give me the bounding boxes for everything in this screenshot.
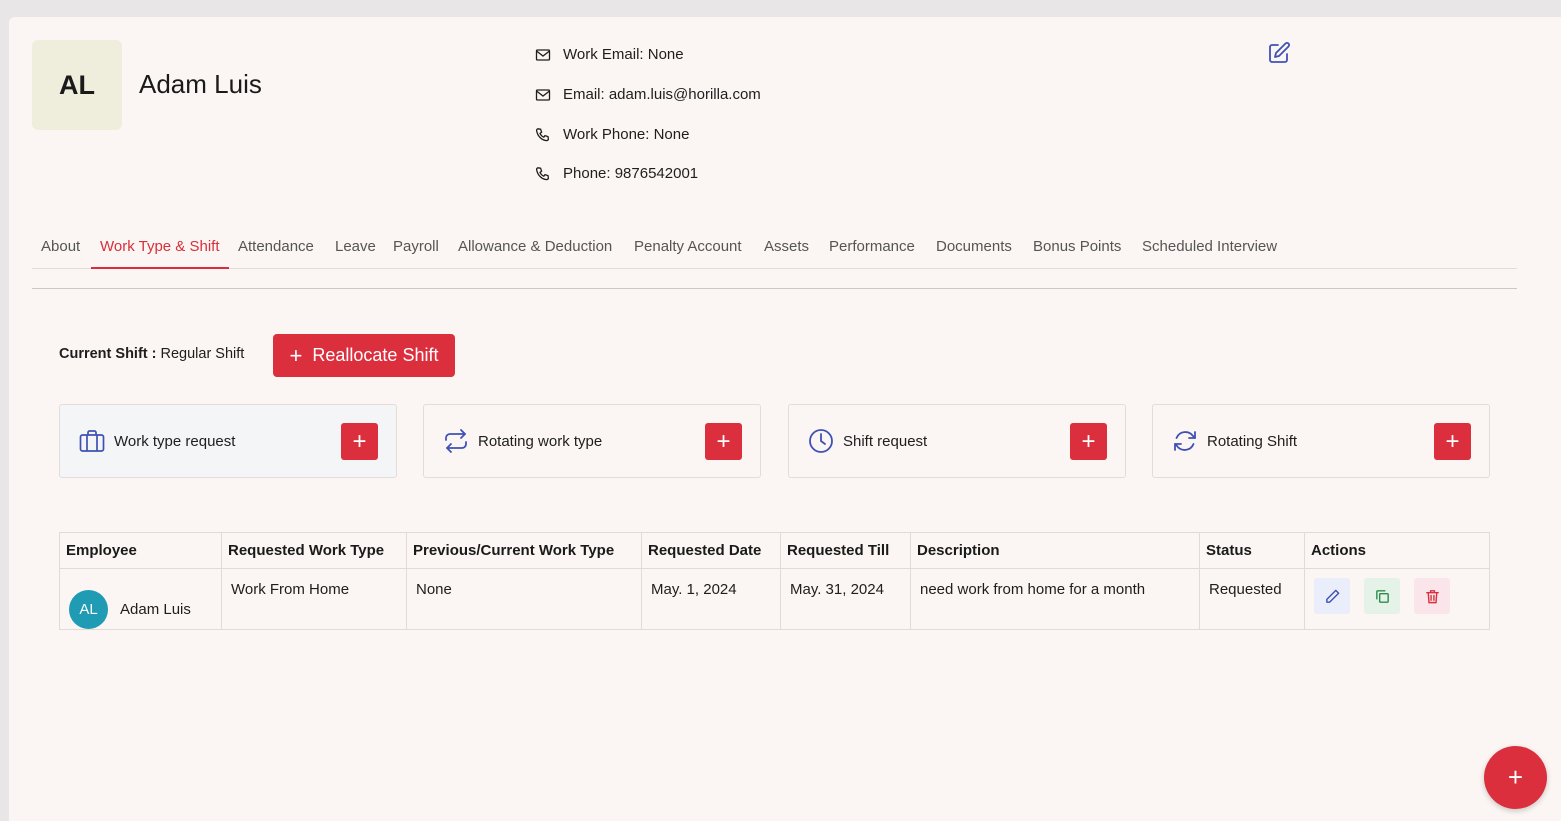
repeat-icon xyxy=(445,429,467,453)
floating-add-button[interactable]: + xyxy=(1484,746,1547,809)
shift-request-card: Shift request + xyxy=(788,404,1126,478)
description-cell: need work from home for a month xyxy=(910,568,1200,630)
tab-allowance-deduction[interactable]: Allowance & Deduction xyxy=(458,235,612,269)
previous-work-type-cell: None xyxy=(406,568,642,630)
profile-avatar: AL xyxy=(32,40,122,130)
employee-name-cell: Adam Luis xyxy=(120,601,191,618)
email-row: Email: adam.luis@horilla.com xyxy=(535,86,761,103)
phone-row: Phone: 9876542001 xyxy=(535,165,698,182)
tab-performance[interactable]: Performance xyxy=(829,235,915,269)
tab-penalty-account[interactable]: Penalty Account xyxy=(634,235,742,269)
current-shift-value: Regular Shift xyxy=(160,346,245,362)
add-work-type-request-button[interactable]: + xyxy=(341,423,378,460)
tab-about[interactable]: About xyxy=(41,235,80,269)
profile-card: AL Adam Luis Work Email: None Email: ada… xyxy=(9,17,1561,821)
tab-scheduled-interview[interactable]: Scheduled Interview xyxy=(1142,235,1277,269)
tab-documents[interactable]: Documents xyxy=(936,235,1012,269)
col-actions: Actions xyxy=(1304,532,1490,569)
phone-text: Phone: 9876542001 xyxy=(563,165,699,182)
duplicate-button[interactable] xyxy=(1364,578,1400,614)
employee-cell: AL Adam Luis xyxy=(59,568,222,630)
add-rotating-work-type-button[interactable]: + xyxy=(705,423,742,460)
delete-button[interactable] xyxy=(1414,578,1450,614)
shift-request-label: Shift request xyxy=(843,432,928,450)
mail-icon xyxy=(535,88,551,101)
table-row[interactable]: AL Adam Luis Work From Home None May. 1,… xyxy=(59,568,1490,630)
add-rotating-shift-button[interactable]: + xyxy=(1434,423,1471,460)
phone-icon xyxy=(535,127,550,141)
trash-icon xyxy=(1425,589,1439,603)
plus-icon: + xyxy=(289,342,303,368)
rotating-work-type-card: Rotating work type + xyxy=(423,404,761,478)
mail-icon xyxy=(535,48,551,61)
tab-payroll[interactable]: Payroll xyxy=(393,235,439,269)
work-type-requests-table: Employee Requested Work Type Previous/Cu… xyxy=(59,532,1490,630)
rotating-shift-label: Rotating Shift xyxy=(1207,432,1298,450)
tab-work-type-shift[interactable]: Work Type & Shift xyxy=(100,235,220,269)
work-type-request-card: Work type request + xyxy=(59,404,397,478)
reallocate-shift-label: Reallocate Shift xyxy=(312,345,439,365)
phone-icon xyxy=(535,166,550,180)
requested-work-type-cell: Work From Home xyxy=(221,568,407,630)
work-phone-text: Work Phone: None xyxy=(563,126,690,143)
requested-date-cell: May. 1, 2024 xyxy=(641,568,781,630)
rotating-work-type-label: Rotating work type xyxy=(478,432,603,450)
tab-bar: About Work Type & Shift Attendance Leave… xyxy=(32,235,1517,269)
tab-leave[interactable]: Leave xyxy=(335,235,376,269)
email-text: Email: adam.luis@horilla.com xyxy=(563,86,761,103)
edit-profile-icon[interactable] xyxy=(1267,41,1291,65)
actions-cell xyxy=(1304,568,1490,630)
current-shift-label: Current Shift : xyxy=(59,346,157,362)
current-shift: Current Shift : Regular Shift xyxy=(59,346,244,362)
col-status: Status xyxy=(1199,532,1305,569)
refresh-icon xyxy=(1174,431,1196,451)
divider xyxy=(32,288,1517,289)
employee-name: Adam Luis xyxy=(139,69,262,99)
clock-icon xyxy=(809,429,833,453)
briefcase-icon xyxy=(79,430,105,452)
col-employee: Employee xyxy=(59,532,222,569)
work-email-text: Work Email: None xyxy=(563,46,684,63)
reallocate-shift-button[interactable]: + Reallocate Shift xyxy=(273,334,455,377)
table-header-row: Employee Requested Work Type Previous/Cu… xyxy=(59,532,1490,569)
active-tab-indicator xyxy=(91,267,229,269)
add-shift-request-button[interactable]: + xyxy=(1070,423,1107,460)
status-cell: Requested xyxy=(1199,568,1305,630)
work-type-request-label: Work type request xyxy=(114,432,236,450)
col-requested-till: Requested Till xyxy=(780,532,911,569)
tab-bonus-points[interactable]: Bonus Points xyxy=(1033,235,1121,269)
avatar: AL xyxy=(69,590,108,629)
col-requested-work-type: Requested Work Type xyxy=(221,532,407,569)
work-email-row: Work Email: None xyxy=(535,46,684,63)
work-phone-row: Work Phone: None xyxy=(535,126,689,143)
tab-assets[interactable]: Assets xyxy=(764,235,809,269)
col-previous-work-type: Previous/Current Work Type xyxy=(406,532,642,569)
pencil-icon xyxy=(1325,589,1339,603)
col-requested-date: Requested Date xyxy=(641,532,781,569)
copy-icon xyxy=(1375,589,1389,603)
requested-till-cell: May. 31, 2024 xyxy=(780,568,911,630)
edit-button[interactable] xyxy=(1314,578,1350,614)
rotating-shift-card: Rotating Shift + xyxy=(1152,404,1490,478)
tab-attendance[interactable]: Attendance xyxy=(238,235,314,269)
col-description: Description xyxy=(910,532,1200,569)
